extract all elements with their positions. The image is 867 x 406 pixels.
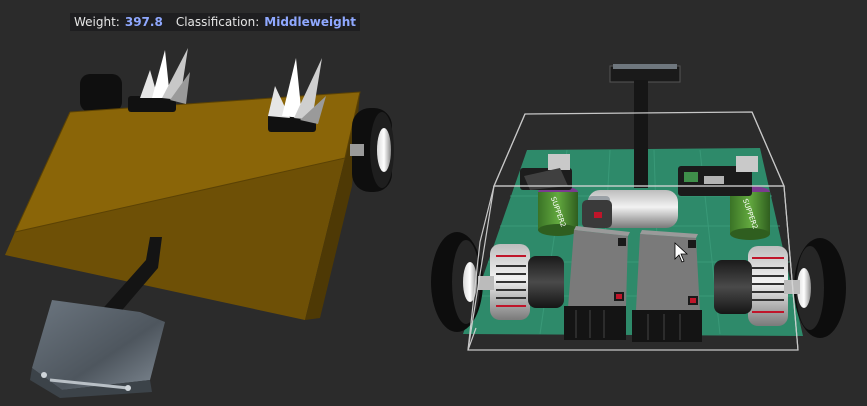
right-robot-arm — [634, 80, 648, 188]
right-robot-battery-left: SUPPER2 — [538, 186, 578, 236]
right-robot-receiver-left — [568, 226, 630, 308]
right-robot-lower-blocks — [564, 306, 702, 342]
right-robot-weapon-motor — [582, 190, 678, 228]
weight-classification-hud: Weight: 397.8 Classification: Middleweig… — [70, 13, 360, 31]
right-robot[interactable]: SUPPER2 SUPPER2 — [431, 64, 846, 351]
right-robot-right-wheel — [794, 238, 846, 338]
classification-value: Middleweight — [264, 15, 356, 29]
left-robot-spike-cluster-1 — [140, 48, 190, 104]
robot-scene: SUPPER2 SUPPER2 — [5, 48, 846, 398]
left-robot-spike-cluster-2 — [268, 58, 326, 124]
3d-viewport[interactable]: SUPPER2 SUPPER2 Weight: 397.8 Classifica… — [0, 0, 867, 406]
weight-value: 397.8 — [124, 15, 163, 29]
classification-label: Classification: — [175, 15, 260, 29]
weight-label: Weight: — [74, 15, 120, 29]
left-robot-right-wheel — [350, 108, 394, 192]
left-robot[interactable] — [5, 48, 394, 398]
left-robot-rear-wheel — [80, 74, 122, 112]
right-robot-receiver-right — [636, 230, 700, 312]
left-robot-hammer-head — [30, 300, 165, 398]
